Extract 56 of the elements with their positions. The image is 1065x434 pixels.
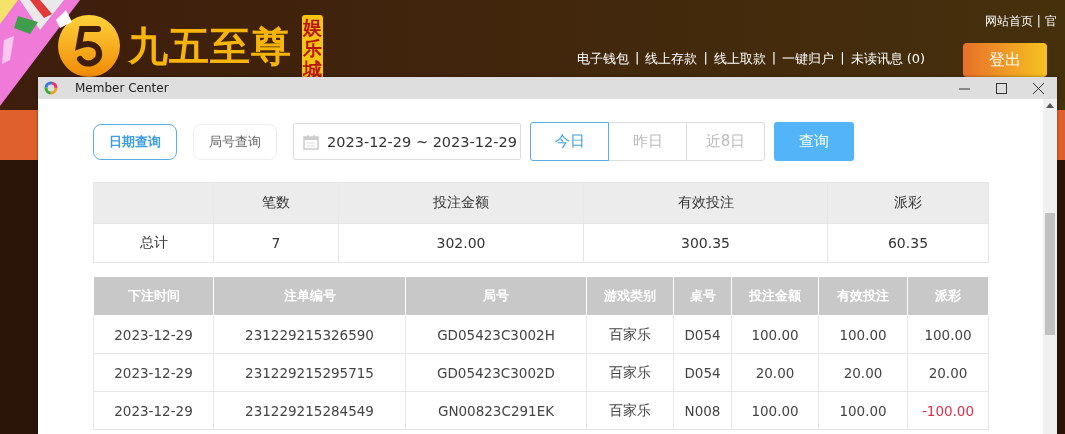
table-cell: 231229215326590 [213,315,406,354]
nav-link[interactable]: 未读讯息 (0) [850,50,926,68]
top-link[interactable]: 网站首页 | 官 [985,13,1065,30]
table-cell: 2023-12-29 [93,315,214,354]
column-header: 有效投注 [583,182,828,224]
table-cell: GN00823C291EK [405,391,587,430]
table-cell: GD05423C3002D [405,353,587,392]
nav-link[interactable]: 线上取款 [713,50,766,68]
table-cell: GD05423C3002H [405,315,587,354]
maximize-icon[interactable] [996,82,1007,94]
scroll-thumb[interactable] [1045,213,1055,335]
table-cell: 302.00 [338,223,584,263]
query-mode-tab[interactable]: 局号查询 [193,123,277,160]
date-range-field[interactable]: 2023-12-29 ~ 2023-12-29 [293,123,521,160]
table-cell: 100.00 [818,391,908,430]
nav-link[interactable]: 电子钱包 [577,50,629,68]
row-label: 总计 [93,223,214,263]
logo-text: 九五至尊 [128,22,292,71]
nav-link[interactable]: 线上存款 [645,50,698,68]
table-cell: 7 [213,223,339,263]
nav-link[interactable]: 一键归户 [782,50,835,68]
separator: | [771,50,777,67]
table-cell: 60.35 [827,223,989,263]
table-cell: 20.00 [818,353,908,392]
table-cell: 百家乐 [586,315,674,354]
separator: | [635,50,640,67]
scrollbar[interactable] [1043,99,1057,434]
table-cell: D054 [673,353,732,392]
column-header: 投注金额 [338,182,584,224]
column-header: 笔数 [213,182,339,224]
table-cell: 100.00 [731,315,819,354]
app-icon [44,81,58,95]
calendar-icon [303,133,319,150]
logo-badge: 娱乐城 [302,15,323,79]
table-cell: 2023-12-29 [93,353,214,392]
separator: | [840,50,845,67]
window-title: Member Center [75,81,169,95]
table-cell: 20.00 [907,353,989,392]
table-cell: -100.00 [907,391,989,430]
scroll-up-icon[interactable] [1046,103,1054,108]
table-cell: 百家乐 [586,391,674,430]
table-cell: D054 [673,315,732,354]
logo-icon [58,15,120,77]
table-cell: 100.00 [818,315,908,354]
table-cell: 231229215295715 [213,353,406,392]
table-cell: 231229215284549 [213,391,406,430]
table-cell: 100.00 [907,315,989,354]
table-cell: 百家乐 [586,353,674,392]
table-cell: 20.00 [731,353,819,392]
table-cell: 300.35 [583,223,828,263]
table-cell: 2023-12-29 [93,391,214,430]
table-cell: N008 [673,391,732,430]
table-cell: 100.00 [731,391,819,430]
close-icon[interactable] [1033,82,1044,94]
separator: | [703,50,708,67]
column-header: 派彩 [827,182,989,224]
